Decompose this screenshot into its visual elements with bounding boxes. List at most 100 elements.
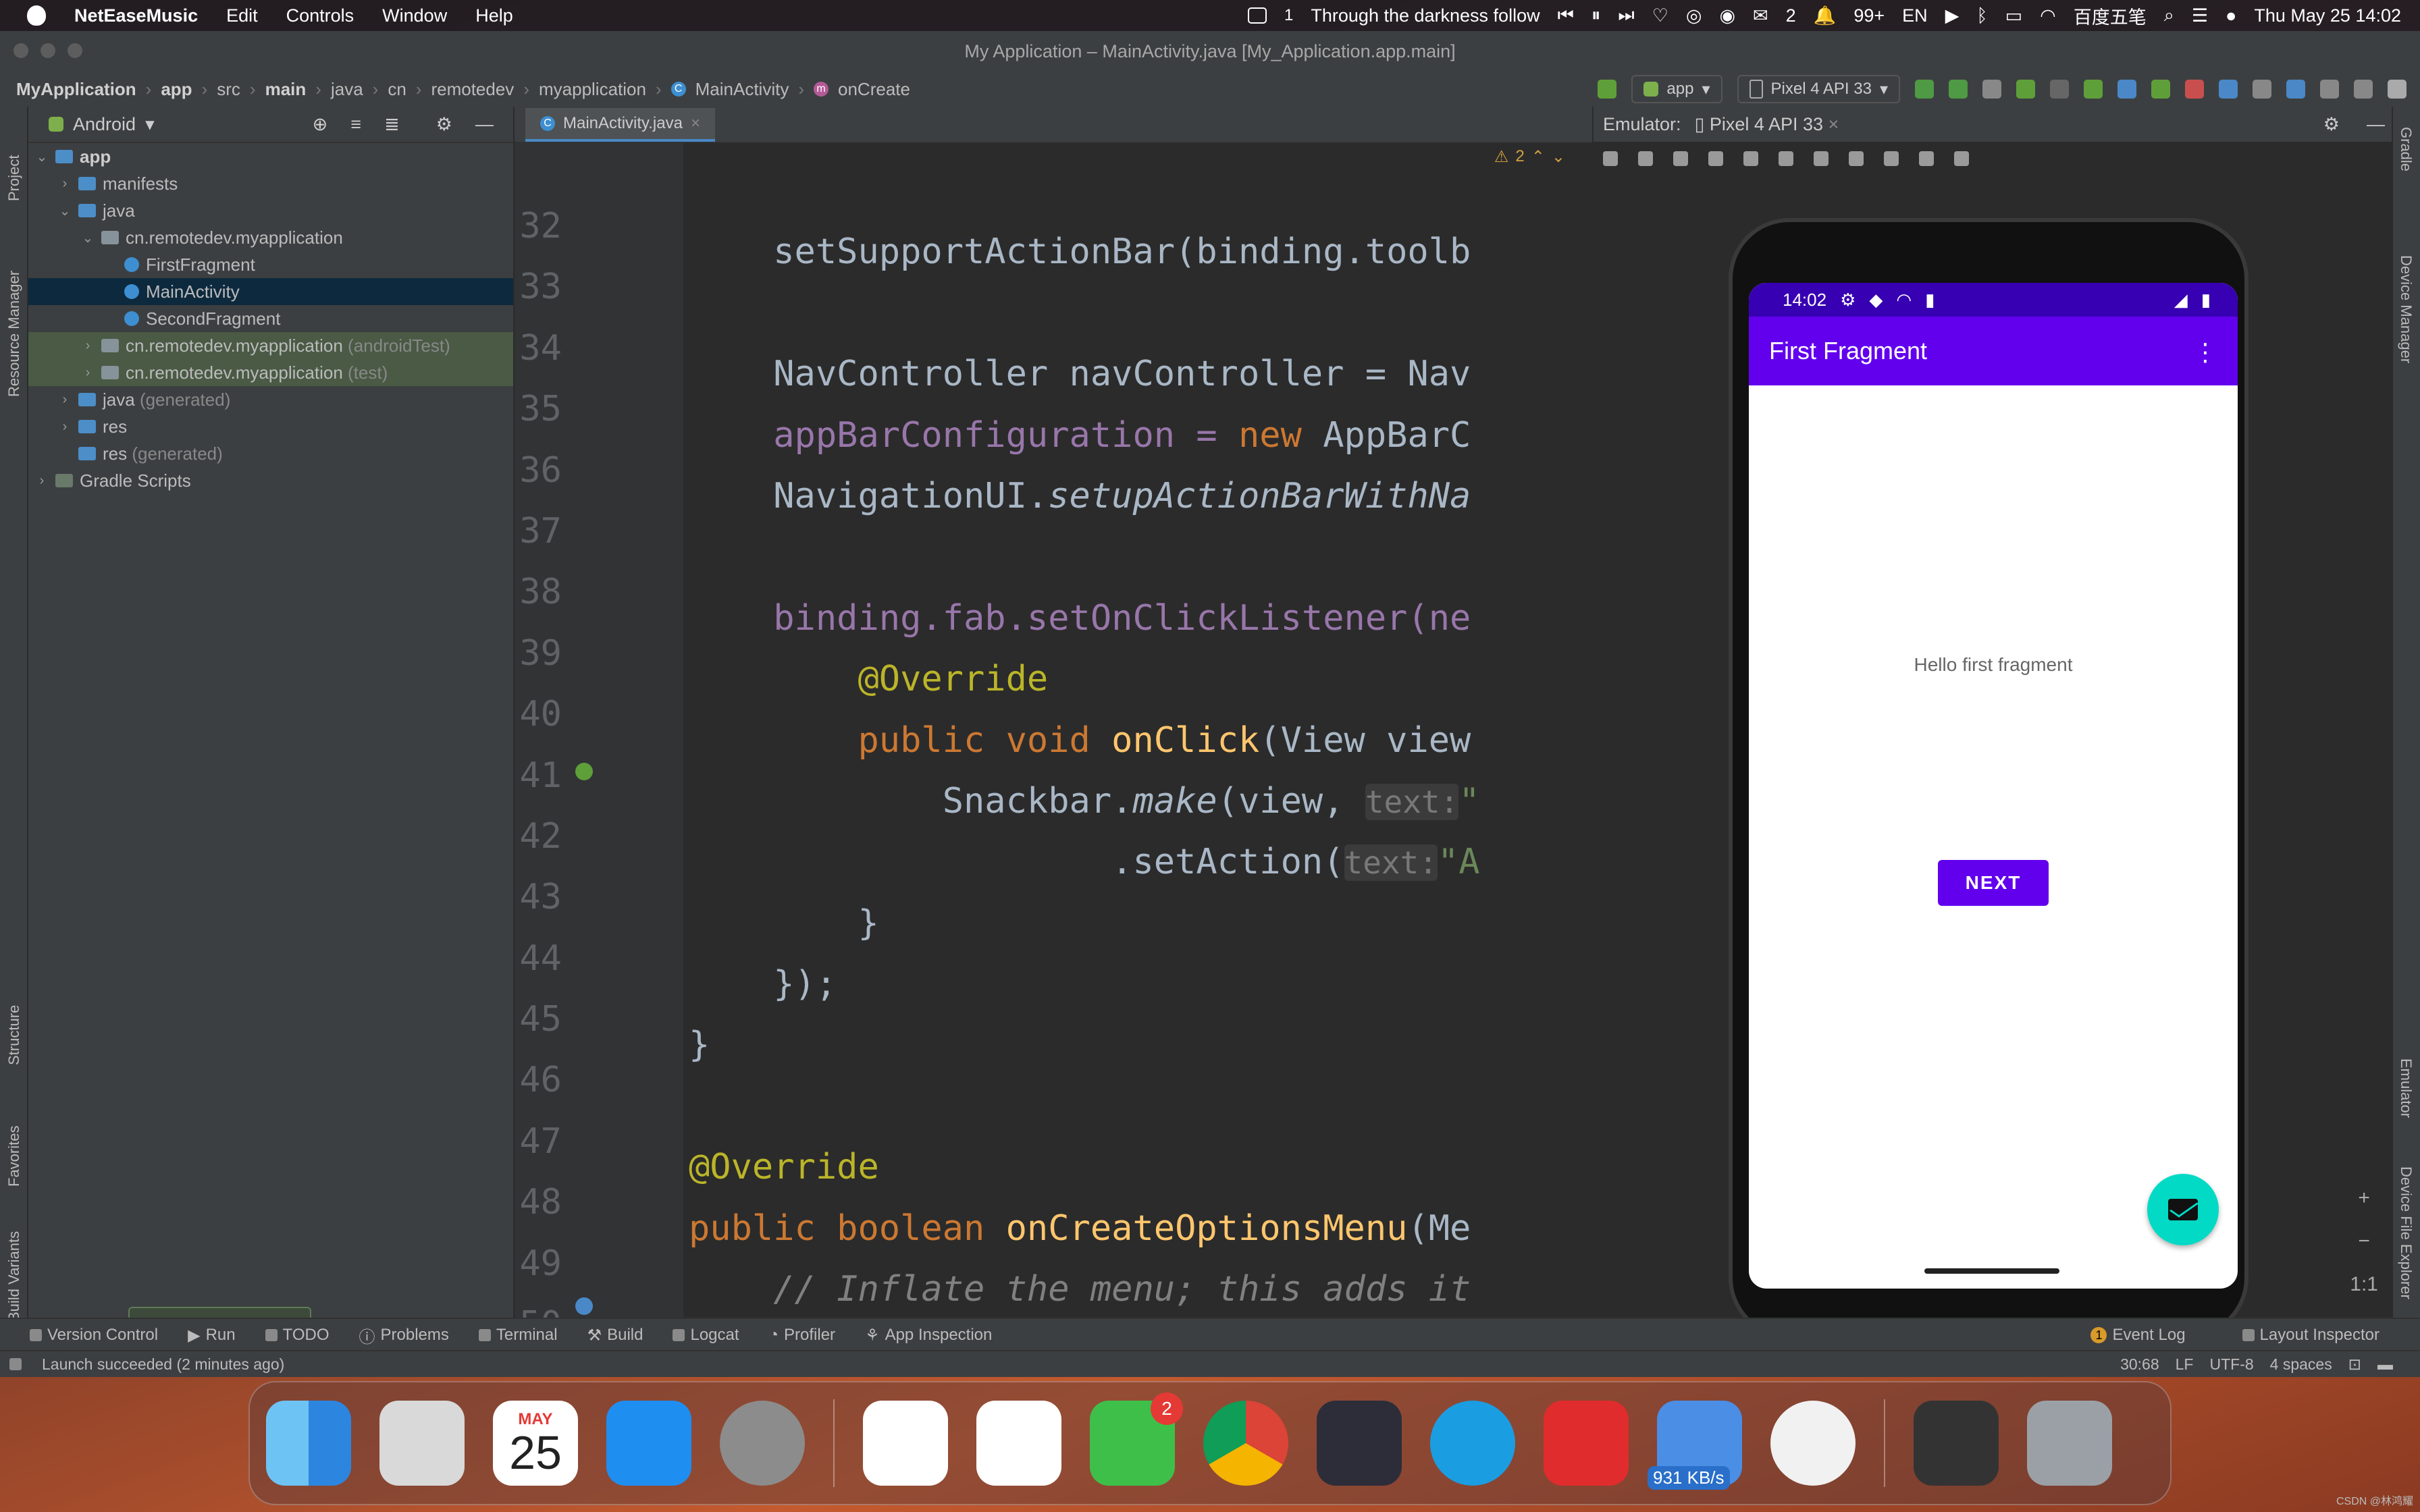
expand-all-icon[interactable]: ≡ bbox=[350, 114, 361, 135]
apple-icon[interactable] bbox=[27, 5, 46, 26]
crumb-java[interactable]: java bbox=[331, 79, 363, 100]
tool-run[interactable]: ▶ Run bbox=[188, 1326, 236, 1345]
tree-item-package-test[interactable]: › cn.remotedev.myapplication (test) bbox=[28, 359, 513, 386]
netease-tray-icon[interactable]: ◎ bbox=[1686, 5, 1702, 26]
spotlight-search-icon[interactable]: ⌕ bbox=[2164, 5, 2174, 26]
tree-item-mainactivity[interactable]: MainActivity bbox=[28, 278, 513, 305]
tab-mainactivity[interactable]: C MainActivity.java × bbox=[525, 108, 715, 142]
overview-icon[interactable] bbox=[1849, 151, 1864, 166]
gear-icon[interactable]: ⚙ bbox=[2323, 114, 2340, 135]
caret-position[interactable]: 30:68 bbox=[2120, 1355, 2159, 1374]
collapse-all-icon[interactable]: ≣ bbox=[384, 114, 400, 135]
now-playing-text[interactable]: Through the darkness follow bbox=[1311, 5, 1540, 26]
trash-icon[interactable] bbox=[2027, 1401, 2112, 1486]
crumb-myapplication[interactable]: myapplication bbox=[539, 79, 646, 100]
apply-changes-icon[interactable] bbox=[1915, 80, 1934, 99]
play-circle-icon[interactable]: ▶ bbox=[1945, 5, 1959, 26]
chevron-right-icon[interactable]: › bbox=[58, 419, 72, 435]
menubar-clock[interactable]: Thu May 25 14:02 bbox=[2254, 5, 2401, 26]
battery-icon[interactable]: ▭ bbox=[2005, 5, 2023, 26]
profile-icon[interactable] bbox=[2084, 80, 2103, 99]
attach-debugger-icon[interactable] bbox=[2151, 80, 2170, 99]
project-tool-tab[interactable]: Project bbox=[5, 155, 23, 201]
notification-count[interactable]: 99+ bbox=[1853, 5, 1885, 26]
obs-icon[interactable] bbox=[1317, 1401, 1402, 1486]
finder-icon[interactable] bbox=[266, 1401, 351, 1486]
crumb-cn[interactable]: cn bbox=[388, 79, 406, 100]
heart-icon[interactable]: ♡ bbox=[1652, 5, 1668, 26]
volume-down-icon[interactable] bbox=[1673, 151, 1688, 166]
sync-icon[interactable] bbox=[1982, 80, 2001, 99]
control-center-icon[interactable]: ☰ bbox=[2192, 5, 2208, 26]
device-manager-tab[interactable]: Device Manager bbox=[2397, 255, 2415, 363]
tree-item-package-androidtest[interactable]: › cn.remotedev.myapplication (androidTes… bbox=[28, 332, 513, 359]
wifi-icon[interactable]: ◠ bbox=[2040, 5, 2056, 26]
tool-build[interactable]: ⚒ Build bbox=[587, 1326, 643, 1345]
line-separator[interactable]: LF bbox=[2176, 1355, 2194, 1374]
code-lines[interactable]: setSupportActionBar(binding.toolb NavCon… bbox=[689, 161, 1587, 1320]
tool-event-log[interactable]: 1 Event Log bbox=[2090, 1326, 2186, 1345]
tool-problems[interactable]: ⓘ Problems bbox=[359, 1324, 449, 1347]
system-preferences-icon[interactable] bbox=[720, 1401, 805, 1486]
device-select[interactable]: Pixel 4 API 33 ▾ bbox=[1737, 75, 1900, 103]
minimize-window-button[interactable] bbox=[41, 43, 55, 58]
chevron-right-icon[interactable]: › bbox=[58, 392, 72, 408]
run-config-select[interactable]: app ▾ bbox=[1631, 75, 1722, 103]
siri-icon[interactable]: ● bbox=[2226, 5, 2236, 26]
status-message[interactable]: Launch succeeded (2 minutes ago) bbox=[42, 1355, 284, 1374]
crumb-app[interactable]: app bbox=[161, 79, 192, 100]
account-icon[interactable] bbox=[2388, 80, 2406, 99]
chevron-down-icon[interactable]: ⌄ bbox=[58, 202, 72, 219]
wechat-tray-icon[interactable]: ✉ bbox=[1753, 5, 1768, 26]
favorites-tab[interactable]: Favorites bbox=[5, 1126, 23, 1187]
emulator-tab[interactable]: ▯ Pixel 4 API 33 × bbox=[1695, 114, 1839, 135]
tool-terminal[interactable]: Terminal bbox=[478, 1326, 558, 1345]
memory-indicator-icon[interactable]: ▬ bbox=[2377, 1355, 2393, 1374]
lock-icon[interactable]: ⊡ bbox=[2348, 1355, 2361, 1374]
crumb-mainactivity[interactable]: MainActivity bbox=[695, 79, 789, 100]
menu-help[interactable]: Help bbox=[475, 5, 513, 26]
debug-icon[interactable] bbox=[2016, 80, 2035, 99]
fab-button[interactable] bbox=[2147, 1174, 2219, 1245]
zoom-window-button[interactable] bbox=[68, 43, 82, 58]
tree-item-java[interactable]: ⌄ java bbox=[28, 197, 513, 224]
device-file-explorer-tab[interactable]: Device File Explorer bbox=[2397, 1166, 2415, 1299]
chevron-right-icon[interactable]: › bbox=[58, 176, 72, 192]
tree-item-java-generated[interactable]: › java (generated) bbox=[28, 386, 513, 413]
resource-manager-tab[interactable]: Resource Manager bbox=[5, 271, 23, 397]
tree-item-secondfragment[interactable]: SecondFragment bbox=[28, 305, 513, 332]
app-store-icon[interactable] bbox=[606, 1401, 691, 1486]
chevron-right-icon[interactable]: › bbox=[81, 338, 95, 354]
tool-version-control[interactable]: Version Control bbox=[30, 1326, 158, 1345]
build-variants-tab[interactable]: Build Variants bbox=[5, 1231, 23, 1322]
search-icon[interactable] bbox=[2320, 80, 2339, 99]
chevron-down-icon[interactable]: ⌄ bbox=[81, 230, 95, 246]
qq-icon[interactable] bbox=[863, 1401, 948, 1486]
apply-code-changes-icon[interactable] bbox=[1949, 80, 1968, 99]
ime-name[interactable]: 百度五笔 bbox=[2074, 3, 2147, 29]
locate-icon[interactable]: ⊕ bbox=[313, 114, 328, 135]
chevron-down-icon[interactable]: ⌄ bbox=[35, 148, 49, 165]
close-window-button[interactable] bbox=[14, 43, 28, 58]
hide-panel-icon[interactable]: — bbox=[2367, 114, 2385, 135]
tool-logcat[interactable]: Logcat bbox=[673, 1326, 739, 1345]
tray-app-icon[interactable] bbox=[1248, 7, 1267, 24]
bell-icon[interactable]: 🔔 bbox=[1814, 5, 1837, 26]
edge-icon[interactable] bbox=[1430, 1401, 1515, 1486]
window-thumbnail[interactable] bbox=[1914, 1401, 1999, 1486]
zoom-ratio[interactable]: 1:1 bbox=[2350, 1273, 2378, 1296]
tree-item-gradle-scripts[interactable]: › Gradle Scripts bbox=[28, 467, 513, 494]
crumb-project[interactable]: MyApplication bbox=[16, 79, 136, 100]
more-icon[interactable] bbox=[1954, 151, 1969, 166]
power-icon[interactable] bbox=[1603, 151, 1618, 166]
qq-icon-2[interactable] bbox=[976, 1401, 1061, 1486]
bluetooth-icon[interactable]: ᛒ bbox=[1976, 5, 1987, 26]
android-studio-icon[interactable] bbox=[1770, 1401, 1856, 1486]
structure-tab[interactable]: Structure bbox=[5, 1005, 23, 1065]
stop-icon[interactable] bbox=[2185, 80, 2204, 99]
tree-item-manifests[interactable]: › manifests bbox=[28, 170, 513, 197]
rotate-right-icon[interactable] bbox=[1743, 151, 1758, 166]
feishu-icon[interactable]: 931 KB/s bbox=[1648, 1401, 1742, 1490]
indent-setting[interactable]: 4 spaces bbox=[2270, 1355, 2332, 1374]
phone-screen[interactable]: 14:02 ⚙ ◆ ◠ ▮ ◢ ▮ First Fragment ⋮ Hello… bbox=[1749, 283, 2238, 1289]
